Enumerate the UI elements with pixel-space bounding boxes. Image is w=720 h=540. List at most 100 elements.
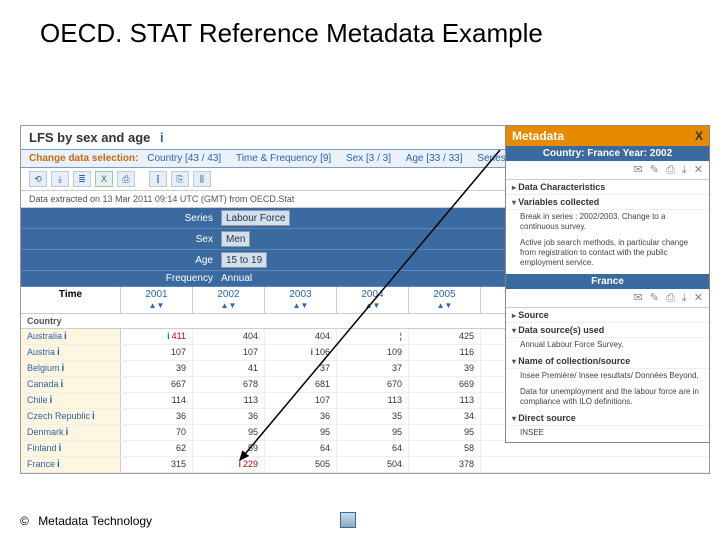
country-name[interactable]: Australiai	[21, 329, 121, 344]
cell-value: 36	[265, 409, 337, 424]
cell-value: 36	[193, 409, 265, 424]
sec-direct[interactable]: Direct source	[506, 411, 709, 426]
info-icon[interactable]: i	[92, 411, 95, 422]
direct-line: INSEE	[506, 426, 709, 442]
info-icon[interactable]: i	[310, 347, 313, 357]
slide-title: OECD. STAT Reference Metadata Example	[0, 0, 720, 49]
vars-body2: Active job search methods, in particular…	[506, 236, 709, 272]
metadata-country-sub: France	[506, 274, 709, 289]
metadata-tools2[interactable]: ✉ ✎ ⎙ ⤓ ✕	[506, 289, 709, 308]
country-name[interactable]: Finlandi	[21, 441, 121, 456]
metadata-context: Country: France Year: 2002	[506, 146, 709, 161]
cell-value: 39	[409, 361, 481, 376]
country-name[interactable]: Belgiumi	[21, 361, 121, 376]
cell-value: 34	[409, 409, 481, 424]
cell-value: 107	[265, 393, 337, 408]
info-icon[interactable]: i	[160, 130, 164, 145]
cell-value: 404	[193, 329, 265, 344]
selection-label: Change data selection:	[29, 153, 138, 164]
info-icon[interactable]: i	[61, 379, 64, 390]
cell-value: 109	[337, 345, 409, 360]
cell-value: 113	[193, 393, 265, 408]
sel-country[interactable]: Country [43 / 43]	[147, 153, 221, 164]
cell-value: 64	[337, 441, 409, 456]
param-freq-label: Frequency	[21, 273, 221, 284]
tb-grid-icon[interactable]: ⫼	[193, 171, 211, 187]
compliance-line: Data for unemployment and the labour for…	[506, 385, 709, 411]
cell-value: 670	[337, 377, 409, 392]
sel-age[interactable]: Age [33 / 33]	[406, 153, 463, 164]
cell-value: 95	[409, 425, 481, 440]
country-name[interactable]: Canadai	[21, 377, 121, 392]
param-series-label: Series	[21, 213, 221, 224]
tb-download-icon[interactable]: ⤓	[51, 171, 69, 187]
table-row: Francei315i229505504378	[21, 457, 709, 473]
cell-value: 404	[265, 329, 337, 344]
country-name[interactable]: Francei	[21, 457, 121, 472]
param-sex-value[interactable]: Men	[221, 231, 250, 247]
cell-value: 36	[121, 409, 193, 424]
country-name[interactable]: Czech Republici	[21, 409, 121, 424]
info-icon[interactable]: i	[50, 395, 53, 406]
info-icon[interactable]: i	[62, 363, 65, 374]
cell-value: 667	[121, 377, 193, 392]
sel-time[interactable]: Time & Frequency [9]	[236, 153, 331, 164]
cell-value: 425	[409, 329, 481, 344]
tb-refresh-icon[interactable]: ⟲	[29, 171, 47, 187]
cell-value: 505	[265, 457, 337, 472]
cell-value: 113	[409, 393, 481, 408]
cell-value: 107	[121, 345, 193, 360]
cell-value: 681	[265, 377, 337, 392]
table-row: Finlandi6259646458	[21, 441, 709, 457]
cell-value: 116	[409, 345, 481, 360]
country-name[interactable]: Austriai	[21, 345, 121, 360]
cell-value: 113	[337, 393, 409, 408]
metadata-title: Metadata	[512, 129, 564, 143]
info-icon[interactable]: i	[59, 443, 62, 454]
tb-copy-icon[interactable]: ⎘	[171, 171, 189, 187]
cell-value: 114	[121, 393, 193, 408]
col-2004[interactable]: 2004▲▼	[337, 287, 409, 313]
cell-value: 107	[193, 345, 265, 360]
metadata-title-bar: Metadata X	[506, 126, 709, 146]
param-sex-label: Sex	[21, 234, 221, 245]
tb-excel-icon[interactable]: X	[95, 171, 113, 187]
sel-sex[interactable]: Sex [3 / 3]	[346, 153, 391, 164]
sec-namecoll[interactable]: Name of collection/source	[506, 354, 709, 369]
cell-value: 95	[193, 425, 265, 440]
info-icon[interactable]: i	[238, 459, 241, 469]
cell-value: i106	[265, 345, 337, 360]
country-name[interactable]: Denmarki	[21, 425, 121, 440]
dataset-title: LFS by sex and age	[29, 130, 150, 145]
col-2003[interactable]: 2003▲▼	[265, 287, 337, 313]
col-2001[interactable]: 2001▲▼	[121, 287, 193, 313]
cell-value: ¦	[337, 329, 409, 344]
close-icon[interactable]: X	[695, 129, 703, 143]
info-icon[interactable]: i	[57, 459, 60, 470]
info-icon[interactable]: i	[64, 331, 67, 342]
sec-source[interactable]: Source	[506, 308, 709, 323]
cell-value: 62	[121, 441, 193, 456]
col-2002[interactable]: 2002▲▼	[193, 287, 265, 313]
info-icon[interactable]: i	[57, 347, 60, 358]
param-age-value[interactable]: 15 to 19	[221, 252, 267, 268]
cell-value: 678	[193, 377, 265, 392]
sec-variables[interactable]: Variables collected	[506, 195, 709, 210]
sec-data-char[interactable]: Data Characteristics	[506, 180, 709, 195]
tb-list-icon[interactable]: ≣	[73, 171, 91, 187]
cell-value: 59	[193, 441, 265, 456]
country-name[interactable]: Chilei	[21, 393, 121, 408]
info-icon[interactable]: i	[167, 331, 170, 341]
col-2005[interactable]: 2005▲▼	[409, 287, 481, 313]
cell-value: 37	[265, 361, 337, 376]
tb-chart-icon[interactable]: ⫿	[149, 171, 167, 187]
tb-print-icon[interactable]: ⎙	[117, 171, 135, 187]
metadata-panel: Metadata X Country: France Year: 2002 ✉ …	[505, 125, 710, 443]
info-icon[interactable]: i	[66, 427, 69, 438]
sec-datasource[interactable]: Data source(s) used	[506, 323, 709, 338]
cell-value: i229	[193, 457, 265, 472]
param-series-value[interactable]: Labour Force	[221, 210, 290, 226]
cell-value: 35	[337, 409, 409, 424]
metadata-tools[interactable]: ✉ ✎ ⎙ ⤓ ✕	[506, 161, 709, 180]
cell-value: 58	[409, 441, 481, 456]
